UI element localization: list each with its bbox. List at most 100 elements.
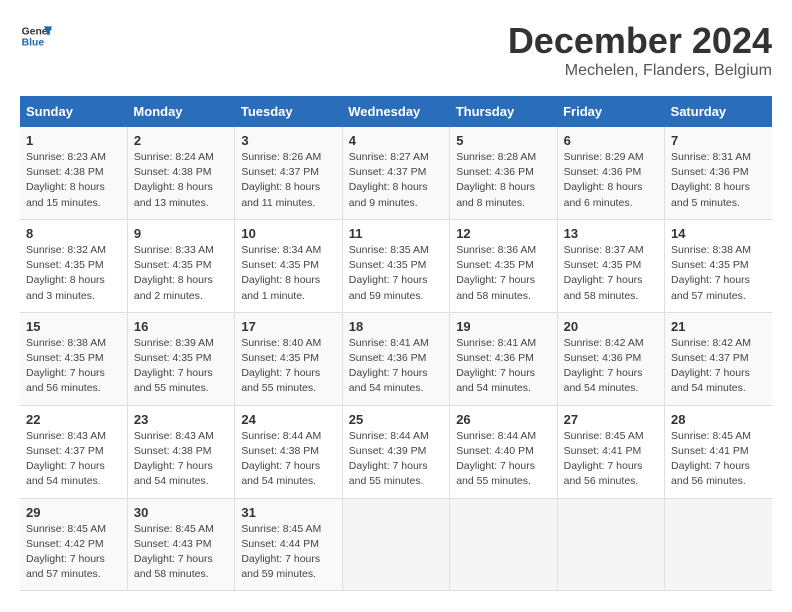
day-number: 13 (564, 226, 658, 241)
logo: General Blue (20, 20, 52, 52)
day-number: 4 (349, 133, 443, 148)
day-info: Sunrise: 8:35 AM Sunset: 4:35 PM Dayligh… (349, 243, 443, 304)
day-info: Sunrise: 8:44 AM Sunset: 4:38 PM Dayligh… (241, 429, 335, 490)
day-info: Sunrise: 8:42 AM Sunset: 4:36 PM Dayligh… (564, 336, 658, 397)
day-info: Sunrise: 8:45 AM Sunset: 4:41 PM Dayligh… (564, 429, 658, 490)
day-number: 26 (456, 412, 550, 427)
day-number: 1 (26, 133, 121, 148)
day-info: Sunrise: 8:29 AM Sunset: 4:36 PM Dayligh… (564, 150, 658, 211)
calendar-cell: 15 Sunrise: 8:38 AM Sunset: 4:35 PM Dayli… (20, 312, 127, 405)
calendar-header-row: SundayMondayTuesdayWednesdayThursdayFrid… (20, 96, 772, 127)
day-number: 28 (671, 412, 766, 427)
calendar-week-1: 1 Sunrise: 8:23 AM Sunset: 4:38 PM Daylig… (20, 127, 772, 219)
day-info: Sunrise: 8:38 AM Sunset: 4:35 PM Dayligh… (26, 336, 121, 397)
day-number: 23 (134, 412, 228, 427)
day-info: Sunrise: 8:45 AM Sunset: 4:41 PM Dayligh… (671, 429, 766, 490)
calendar-cell: 29Sunrise: 8:45 AM Sunset: 4:42 PM Dayli… (20, 498, 127, 591)
day-number: 9 (134, 226, 228, 241)
day-info: Sunrise: 8:41 AM Sunset: 4:36 PM Dayligh… (349, 336, 443, 397)
header-monday: Monday (127, 96, 234, 127)
day-number: 27 (564, 412, 658, 427)
day-info: Sunrise: 8:43 AM Sunset: 4:38 PM Dayligh… (134, 429, 228, 490)
day-info: Sunrise: 8:28 AM Sunset: 4:36 PM Dayligh… (456, 150, 550, 211)
day-info: Sunrise: 8:23 AM Sunset: 4:38 PM Dayligh… (26, 150, 121, 211)
day-number: 5 (456, 133, 550, 148)
calendar-cell: 9 Sunrise: 8:33 AM Sunset: 4:35 PM Daylig… (127, 219, 234, 312)
day-number: 2 (134, 133, 228, 148)
day-info: Sunrise: 8:34 AM Sunset: 4:35 PM Dayligh… (241, 243, 335, 304)
calendar-cell: 20Sunrise: 8:42 AM Sunset: 4:36 PM Dayli… (557, 312, 664, 405)
day-number: 3 (241, 133, 335, 148)
day-info: Sunrise: 8:27 AM Sunset: 4:37 PM Dayligh… (349, 150, 443, 211)
logo-icon: General Blue (20, 20, 52, 52)
day-number: 14 (671, 226, 766, 241)
header-friday: Friday (557, 96, 664, 127)
header-thursday: Thursday (450, 96, 557, 127)
calendar-cell: 10 Sunrise: 8:34 AM Sunset: 4:35 PM Dayli… (235, 219, 342, 312)
calendar-cell: 18 Sunrise: 8:41 AM Sunset: 4:36 PM Dayli… (342, 312, 449, 405)
month-title: December 2024 (508, 20, 772, 62)
calendar-cell: 8Sunrise: 8:32 AM Sunset: 4:35 PM Daylig… (20, 219, 127, 312)
day-info: Sunrise: 8:33 AM Sunset: 4:35 PM Dayligh… (134, 243, 228, 304)
day-number: 17 (241, 319, 335, 334)
calendar-cell (450, 498, 557, 591)
calendar-cell: 22 Sunrise: 8:43 AM Sunset: 4:37 PM Dayli… (20, 405, 127, 498)
page-header: General Blue December 2024 Mechelen, Fla… (20, 20, 772, 80)
calendar-cell: 3 Sunrise: 8:26 AM Sunset: 4:37 PM Daylig… (235, 127, 342, 219)
calendar-cell: 2 Sunrise: 8:24 AM Sunset: 4:38 PM Daylig… (127, 127, 234, 219)
day-number: 15 (26, 319, 121, 334)
calendar-week-3: 15 Sunrise: 8:38 AM Sunset: 4:35 PM Dayli… (20, 312, 772, 405)
day-number: 19 (456, 319, 550, 334)
day-number: 16 (134, 319, 228, 334)
day-info: Sunrise: 8:36 AM Sunset: 4:35 PM Dayligh… (456, 243, 550, 304)
day-info: Sunrise: 8:37 AM Sunset: 4:35 PM Dayligh… (564, 243, 658, 304)
calendar-cell: 30 Sunrise: 8:45 AM Sunset: 4:43 PM Dayli… (127, 498, 234, 591)
title-area: December 2024 Mechelen, Flanders, Belgiu… (508, 20, 772, 80)
day-number: 11 (349, 226, 443, 241)
calendar-cell: 28 Sunrise: 8:45 AM Sunset: 4:41 PM Dayli… (665, 405, 772, 498)
day-info: Sunrise: 8:40 AM Sunset: 4:35 PM Dayligh… (241, 336, 335, 397)
calendar-week-5: 29Sunrise: 8:45 AM Sunset: 4:42 PM Dayli… (20, 498, 772, 591)
calendar-cell: 16 Sunrise: 8:39 AM Sunset: 4:35 PM Dayli… (127, 312, 234, 405)
calendar-cell: 24 Sunrise: 8:44 AM Sunset: 4:38 PM Dayli… (235, 405, 342, 498)
day-number: 29 (26, 505, 121, 520)
day-info: Sunrise: 8:32 AM Sunset: 4:35 PM Dayligh… (26, 243, 121, 304)
day-number: 25 (349, 412, 443, 427)
day-number: 10 (241, 226, 335, 241)
day-info: Sunrise: 8:44 AM Sunset: 4:40 PM Dayligh… (456, 429, 550, 490)
day-info: Sunrise: 8:26 AM Sunset: 4:37 PM Dayligh… (241, 150, 335, 211)
day-info: Sunrise: 8:45 AM Sunset: 4:44 PM Dayligh… (241, 522, 335, 583)
location-subtitle: Mechelen, Flanders, Belgium (508, 62, 772, 80)
calendar-cell: 27 Sunrise: 8:45 AM Sunset: 4:41 PM Dayli… (557, 405, 664, 498)
header-tuesday: Tuesday (235, 96, 342, 127)
calendar-cell (557, 498, 664, 591)
calendar-cell: 14Sunrise: 8:38 AM Sunset: 4:35 PM Dayli… (665, 219, 772, 312)
calendar-week-2: 8Sunrise: 8:32 AM Sunset: 4:35 PM Daylig… (20, 219, 772, 312)
calendar-week-4: 22 Sunrise: 8:43 AM Sunset: 4:37 PM Dayli… (20, 405, 772, 498)
day-number: 22 (26, 412, 121, 427)
day-number: 24 (241, 412, 335, 427)
day-number: 12 (456, 226, 550, 241)
calendar-cell: 11 Sunrise: 8:35 AM Sunset: 4:35 PM Dayli… (342, 219, 449, 312)
day-number: 6 (564, 133, 658, 148)
calendar-cell: 31Sunrise: 8:45 AM Sunset: 4:44 PM Dayli… (235, 498, 342, 591)
day-number: 30 (134, 505, 228, 520)
calendar-cell: 6 Sunrise: 8:29 AM Sunset: 4:36 PM Daylig… (557, 127, 664, 219)
day-number: 21 (671, 319, 766, 334)
calendar-cell: 21 Sunrise: 8:42 AM Sunset: 4:37 PM Dayli… (665, 312, 772, 405)
calendar-cell: 23 Sunrise: 8:43 AM Sunset: 4:38 PM Dayli… (127, 405, 234, 498)
day-number: 7 (671, 133, 766, 148)
day-number: 18 (349, 319, 443, 334)
svg-text:Blue: Blue (22, 38, 45, 49)
day-info: Sunrise: 8:42 AM Sunset: 4:37 PM Dayligh… (671, 336, 766, 397)
day-info: Sunrise: 8:45 AM Sunset: 4:43 PM Dayligh… (134, 522, 228, 583)
calendar-cell: 19 Sunrise: 8:41 AM Sunset: 4:36 PM Dayli… (450, 312, 557, 405)
calendar-cell (342, 498, 449, 591)
day-info: Sunrise: 8:39 AM Sunset: 4:35 PM Dayligh… (134, 336, 228, 397)
day-info: Sunrise: 8:24 AM Sunset: 4:38 PM Dayligh… (134, 150, 228, 211)
day-info: Sunrise: 8:43 AM Sunset: 4:37 PM Dayligh… (26, 429, 121, 490)
day-info: Sunrise: 8:44 AM Sunset: 4:39 PM Dayligh… (349, 429, 443, 490)
day-info: Sunrise: 8:41 AM Sunset: 4:36 PM Dayligh… (456, 336, 550, 397)
calendar-cell: 13 Sunrise: 8:37 AM Sunset: 4:35 PM Dayli… (557, 219, 664, 312)
calendar-table: SundayMondayTuesdayWednesdayThursdayFrid… (20, 96, 772, 591)
